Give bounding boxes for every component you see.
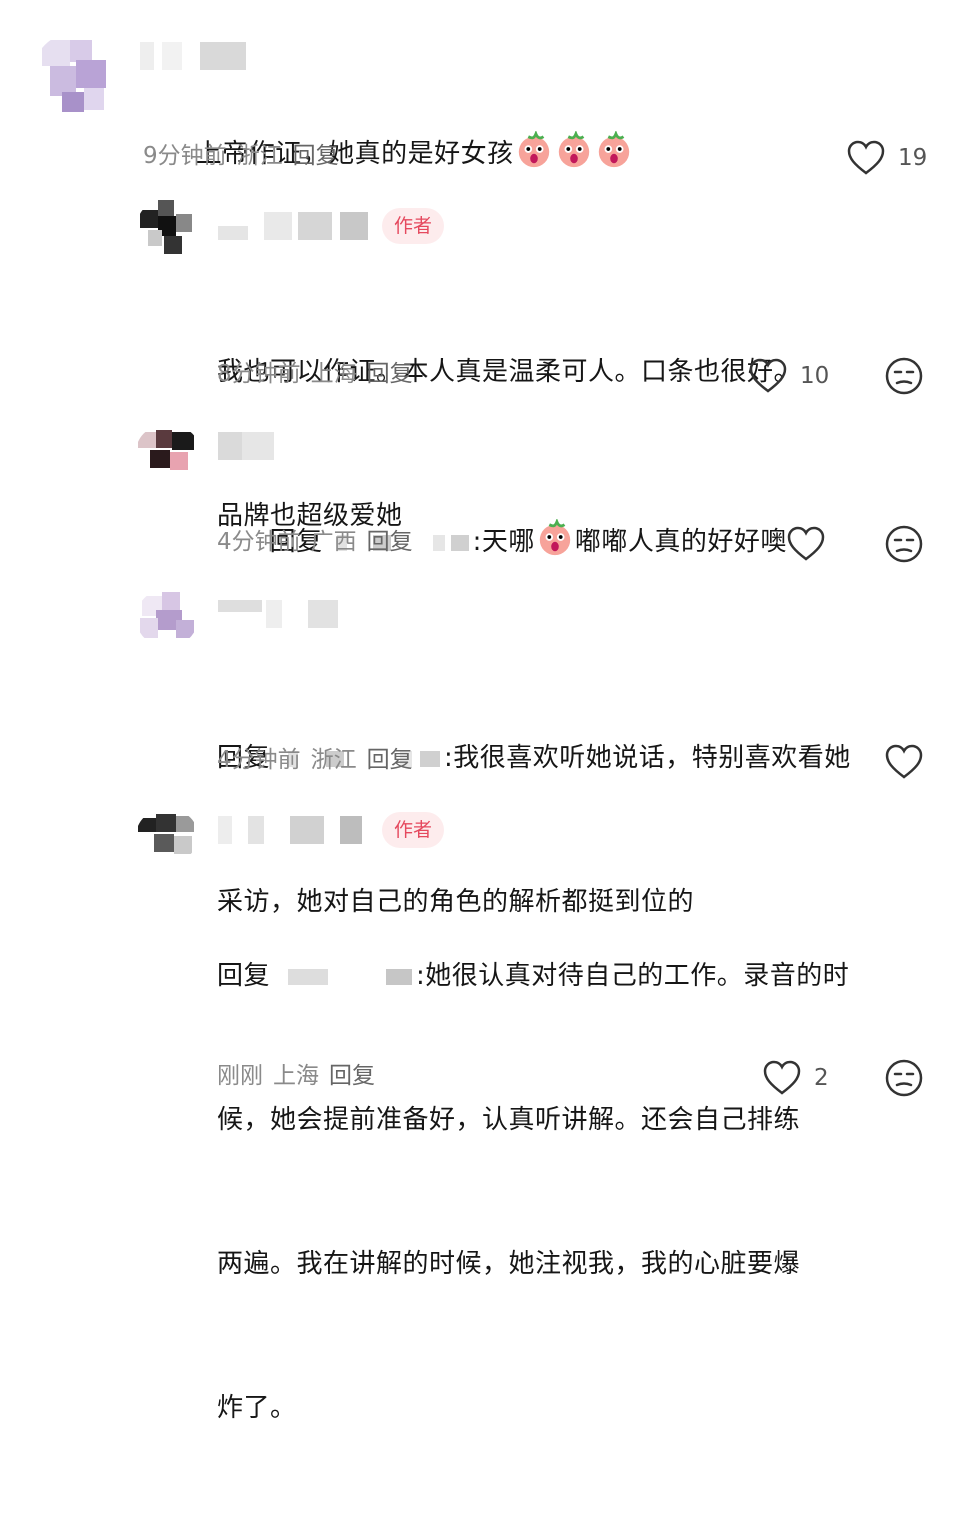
reply-button[interactable]: 回复 — [329, 1063, 375, 1089]
timestamp: 8分钟前 — [217, 361, 301, 387]
username-blurred[interactable] — [218, 432, 278, 460]
avatar[interactable] — [136, 198, 198, 260]
username-blurred[interactable] — [218, 212, 368, 240]
timestamp: 刚刚 — [217, 1063, 263, 1089]
location: 上海 — [310, 361, 357, 387]
comment-meta: 9分钟前 浙江 回复 — [143, 140, 349, 172]
peach-face-emoji-icon — [539, 519, 571, 556]
like-button[interactable]: 19 — [846, 138, 927, 178]
comment-meta: 4分钟前 广西 回复 — [217, 526, 423, 558]
comment-text-line: 炸了。 — [217, 1393, 297, 1423]
unhappy-face-icon[interactable] — [884, 356, 924, 396]
like-button[interactable]: 10 — [748, 356, 829, 396]
like-button[interactable] — [786, 524, 826, 564]
author-badge: 作者 — [382, 812, 445, 848]
like-button[interactable]: 2 — [762, 1058, 829, 1098]
like-button[interactable] — [884, 742, 924, 782]
location: 广西 — [310, 529, 357, 555]
heart-outline-icon — [787, 526, 825, 561]
comment-meta: 4分钟前 浙江 回复 — [217, 744, 423, 776]
unhappy-face-icon[interactable] — [884, 524, 924, 564]
comment-thread: 上帝作证，她真的是好女孩 9分钟前 浙江 回复 19 作者 我也可以作证。本人真是温… — [0, 0, 960, 1423]
peach-face-emoji-icon — [598, 131, 629, 168]
avatar[interactable] — [136, 590, 198, 646]
avatar[interactable] — [136, 426, 200, 478]
mentioned-user-blurred[interactable] — [270, 965, 416, 989]
comment-meta: 8分钟前 上海 回复 — [217, 358, 423, 390]
comment-text-line: 两遍。我在讲解的时候，她注视我，我的心脏要爆 — [217, 1249, 801, 1279]
username-blurred[interactable] — [140, 42, 250, 70]
like-count: 10 — [800, 363, 830, 389]
username-blurred[interactable] — [218, 816, 368, 844]
location: 浙江 — [236, 143, 283, 169]
reply-button[interactable]: 回复 — [367, 361, 413, 387]
reply-button[interactable]: 回复 — [367, 747, 413, 773]
avatar[interactable] — [136, 810, 198, 862]
username-blurred[interactable] — [218, 600, 338, 628]
location: 上海 — [273, 1063, 319, 1089]
comment-text: 回复:她很认真对待自己的工作。录音的时 候，她会提前准备好，认真听讲解。还会自己… — [217, 856, 849, 1528]
timestamp: 4分钟前 — [217, 529, 301, 555]
reply-button[interactable]: 回复 — [367, 529, 413, 555]
comment-text-line: 候，她会提前准备好，认真听讲解。还会自己排练 — [217, 1105, 801, 1135]
reply-prefix: 回复 — [217, 961, 271, 991]
peach-face-emoji-icon — [518, 131, 549, 168]
timestamp: 4分钟前 — [217, 747, 301, 773]
reply-button[interactable]: 回复 — [293, 143, 339, 169]
heart-outline-icon — [885, 744, 923, 779]
avatar[interactable] — [32, 32, 120, 120]
peach-face-emoji-icon — [558, 131, 589, 168]
comment-meta: 刚刚 上海 回复 — [217, 1060, 385, 1092]
like-count: 19 — [898, 145, 928, 171]
heart-outline-icon — [763, 1060, 801, 1095]
heart-outline-icon — [847, 140, 885, 175]
unhappy-face-icon[interactable] — [884, 1058, 924, 1098]
heart-outline-icon — [749, 358, 787, 393]
like-count: 2 — [814, 1065, 829, 1091]
timestamp: 9分钟前 — [143, 143, 227, 169]
author-badge: 作者 — [382, 208, 445, 244]
location: 浙江 — [310, 747, 357, 773]
